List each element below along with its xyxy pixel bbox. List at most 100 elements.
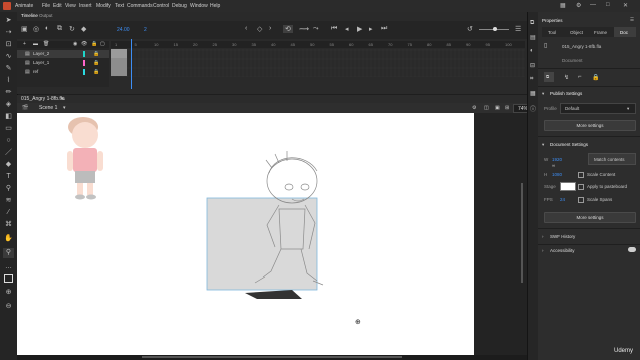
menu-help[interactable]: Help (210, 3, 220, 9)
keyframe-icon[interactable]: ◆ (81, 25, 86, 33)
paint-bucket-tool-icon[interactable]: ◈ (3, 100, 14, 110)
doc-icon-4[interactable]: 🔒 (592, 74, 599, 81)
new-folder-icon[interactable]: ▬ (33, 41, 38, 47)
pencil-tool-icon[interactable]: ✏ (3, 88, 14, 98)
layer-name[interactable]: Layer_1 (33, 60, 49, 65)
tab-tool[interactable]: Tool (548, 30, 556, 35)
camera-icon[interactable]: ▣ (21, 25, 28, 33)
subselection-tool-icon[interactable]: ⇢ (3, 28, 14, 38)
scale-spans-checkbox[interactable] (578, 197, 584, 203)
document-tab[interactable]: 015_Angry 1-8fb.fla (21, 96, 65, 102)
horizontal-scrollbar[interactable] (17, 355, 527, 360)
outline-icon[interactable]: ▢ (100, 41, 105, 47)
layer-lock-icon[interactable]: 🔒 (93, 51, 99, 57)
ink-bottle-tool-icon[interactable]: ◆ (3, 160, 14, 170)
rectangle-tool-icon[interactable]: ▭ (3, 124, 14, 134)
menu-window[interactable]: Window (190, 3, 208, 9)
tab-timeline[interactable]: Timeline (21, 13, 38, 18)
lasso-tool-icon[interactable]: ∿ (3, 52, 14, 62)
link-dimensions-icon[interactable]: ∞ (552, 163, 555, 168)
edit-symbols-icon[interactable]: ◫ (484, 105, 489, 111)
layer-row[interactable]: ▤ Layer_2 🔒 (17, 50, 109, 58)
go-to-first-frame-icon[interactable]: ⏮ (331, 25, 337, 33)
step-forward-icon[interactable]: ▸ (369, 25, 373, 33)
stroke-color-swatch[interactable] (3, 274, 14, 284)
sync-icon[interactable]: ⟲ (283, 25, 293, 33)
width-value[interactable]: 1920 (552, 157, 562, 162)
zoom-in-icon[interactable]: ⊕ (3, 288, 14, 298)
vertical-scrollbar[interactable] (519, 113, 525, 283)
highlight-icon[interactable]: ◉ (73, 41, 77, 47)
accessibility-header[interactable]: Accessibility (550, 248, 575, 253)
play-icon[interactable]: ▶ (357, 25, 362, 33)
menu-edit[interactable]: Edit (53, 3, 62, 9)
horizontal-scroll-thumb[interactable] (142, 356, 402, 358)
tab-doc[interactable]: Doc (620, 30, 628, 35)
swatches-panel-icon[interactable]: ▦ (530, 90, 536, 97)
fps-value[interactable]: 24 (560, 197, 565, 202)
vertical-scroll-thumb[interactable] (521, 183, 523, 283)
loop-icon[interactable]: ↻ (69, 25, 75, 33)
tab-doc-active[interactable]: Doc (614, 27, 636, 37)
timeline-zoom-handle[interactable] (493, 27, 497, 31)
edit-scene-icon[interactable]: 🎬 (22, 105, 28, 111)
classic-tween-icon[interactable]: ⤳ (313, 25, 319, 33)
scene-dropdown-icon[interactable]: ▾ (63, 105, 66, 111)
prev-keyframe-icon[interactable]: ‹ (245, 25, 247, 32)
width-tool-icon[interactable]: ≋ (3, 196, 14, 206)
layer-color-swatch[interactable] (83, 60, 85, 66)
selection-tool-icon[interactable]: ➤ (3, 16, 14, 26)
eyedropper-tool-icon[interactable]: ⁄ (3, 208, 14, 218)
layer-depth-icon[interactable]: ◎ (33, 25, 39, 33)
camera-tool-icon[interactable]: ⚙ (472, 105, 476, 111)
fps-readout[interactable]: 24.00 (117, 27, 130, 33)
transform-panel-icon[interactable]: ⌗ (530, 76, 533, 83)
current-frame-readout[interactable]: 2 (144, 27, 147, 33)
lock-icon[interactable]: 🔒 (91, 41, 97, 47)
stage-color-swatch[interactable] (560, 182, 576, 191)
height-value[interactable]: 1080 (552, 172, 562, 177)
layer-name[interactable]: ref (33, 69, 38, 74)
panel-menu-icon[interactable]: ☰ (630, 17, 634, 23)
minimize-icon[interactable]: — (590, 2, 596, 8)
layer-color-swatch[interactable] (83, 51, 85, 57)
brush-tool-icon[interactable]: ⌇ (3, 76, 14, 86)
delete-layer-icon[interactable]: 🗑 (43, 41, 49, 47)
collapse-chevron-icon[interactable]: ▾ (542, 142, 544, 148)
bone-tool-icon[interactable]: ⚲ (3, 184, 14, 194)
doc-icon-2[interactable]: ↯ (564, 74, 569, 81)
profile-select[interactable]: Default ▾ (560, 103, 636, 114)
apply-to-pasteboard-checkbox[interactable] (578, 184, 584, 190)
menu-control[interactable]: Control (153, 3, 169, 9)
layer-lock-icon[interactable]: 🔒 (93, 60, 99, 66)
menu-modify[interactable]: Modify (96, 3, 111, 9)
swf-history-header[interactable]: SWF History (550, 234, 575, 239)
menu-insert[interactable]: Insert (79, 3, 92, 9)
tab-frame[interactable]: Frame (594, 30, 607, 35)
layer-name[interactable]: Layer_2 (33, 51, 49, 56)
pen-tool-icon[interactable]: ✎ (3, 64, 14, 74)
layer-row[interactable]: ▤ ref 🔒 (17, 68, 109, 76)
menu-view[interactable]: View (65, 3, 76, 9)
close-icon[interactable]: ✕ (623, 2, 628, 9)
tab-output[interactable]: Output (39, 13, 53, 18)
menu-app[interactable]: Animate (15, 3, 33, 9)
info-panel-icon[interactable]: ⓘ (530, 104, 536, 113)
publish-settings-header[interactable]: Publish Settings (550, 91, 582, 96)
match-contents-button[interactable]: Match contents (588, 153, 636, 165)
free-transform-tool-icon[interactable]: ⊡ (3, 40, 14, 50)
next-keyframe-icon[interactable]: › (269, 25, 271, 32)
clip-icon[interactable]: ▣ (495, 105, 500, 111)
edit-multiple-frames-icon[interactable]: ⧉ (57, 25, 62, 33)
settings-icon[interactable]: ⚙ (576, 2, 581, 9)
doc-icon-1[interactable]: ⧉ (544, 72, 554, 82)
new-layer-icon[interactable]: + (23, 41, 26, 47)
properties-panel-icon[interactable]: ⧉ (530, 20, 534, 27)
expand-chevron-icon[interactable]: › (542, 234, 544, 239)
color-panel-icon[interactable]: ◐ (530, 48, 534, 54)
center-frame-icon[interactable]: ↺ (467, 25, 473, 33)
tab-object[interactable]: Object (570, 30, 583, 35)
selection-box[interactable] (206, 197, 318, 291)
menu-text[interactable]: Text (115, 3, 124, 9)
menu-file[interactable]: File (42, 3, 50, 9)
